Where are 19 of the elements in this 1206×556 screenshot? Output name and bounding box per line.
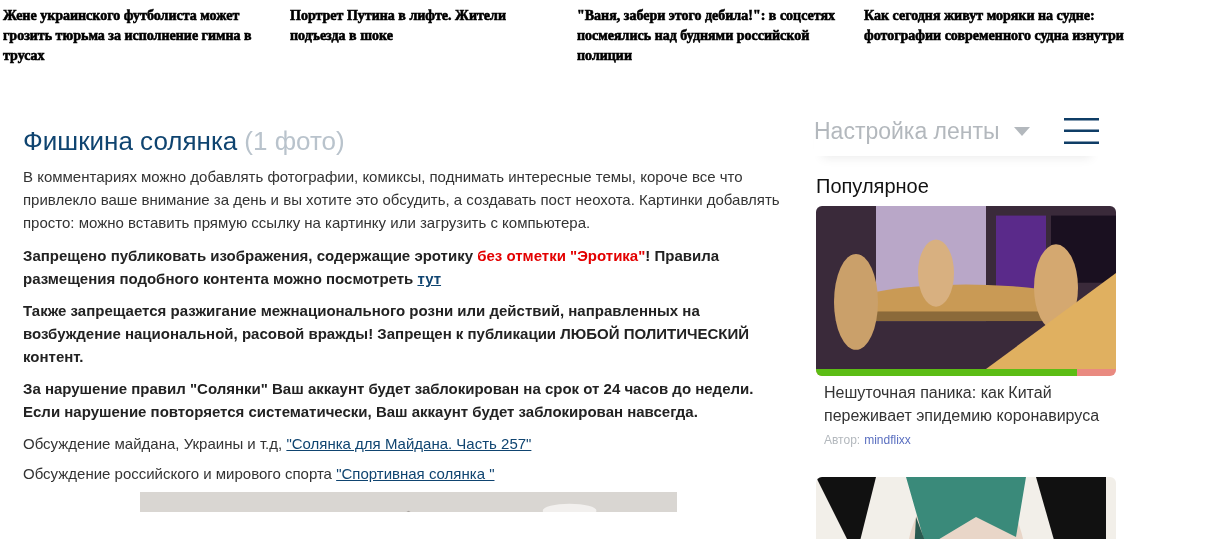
discussion-text: Обсуждение майдана, Украины и т.д, <box>23 435 284 452</box>
discussion-link[interactable]: "Спортивная солянка " <box>336 465 495 482</box>
card-title[interactable]: Нешуточная паника: как Китай переживает эпидемию коронавируса <box>816 376 1116 427</box>
menu-icon[interactable] <box>1063 118 1099 144</box>
article-title: Фишкина солянка <box>23 126 238 157</box>
discussion-text: Обсуждение российского и мирового спорта <box>23 465 333 482</box>
author-label: Автор: <box>824 433 861 447</box>
headline-link[interactable]: Жене украинского футболиста может грозить тюрьма за исполнение гимна в трусах <box>3 6 290 70</box>
rule-text: Также запрещается разжигание межнационального розни или действий, направленных на возбуждение национальной, расовой вражды! Запрещен к публикации ЛЮБОЙ ПОЛИТИЧЕСКИЙ контент. <box>23 301 751 367</box>
rule-text: За нарушение правил "Солянки" Ваш аккаунт будет заблокирован на срок от 24 часов до недели. Если нарушение повторяется систематически, Ваш аккаунт будет заблокирован навсегда. <box>23 379 755 422</box>
discussion-link[interactable]: "Солянка для Майдана. Часть 257" <box>286 435 532 452</box>
rules-link[interactable]: тут <box>417 270 442 287</box>
intro-text: В комментариях можно добавлять фотографии, комиксы, поднимать интересные темы, короче все что привлекло ваше внимание за день и вы хотите это обсудить, а создавать пост неохота. Картинки добавлять просто: можно вставить прямую ссылку на картинку или загрузить с компьютера. <box>23 167 781 233</box>
section-title: Популярное <box>816 175 930 198</box>
headline-link[interactable]: "Ваня, забери этого дебила!": в соцсетях посмеялись над буднями российской полиции <box>577 6 864 70</box>
photo-count: (1 фото) <box>244 126 345 157</box>
headline-link[interactable]: Как сегодня живут моряки на судне: фотографии современного судна изнутри <box>864 6 1151 70</box>
rule-text: Запрещено публиковать изображения, содержащие эротику без отметки "Эротика"! Правила размещения подобного контента можно посмотреть тут <box>23 246 721 289</box>
author-link[interactable]: mindflixx <box>864 433 911 447</box>
